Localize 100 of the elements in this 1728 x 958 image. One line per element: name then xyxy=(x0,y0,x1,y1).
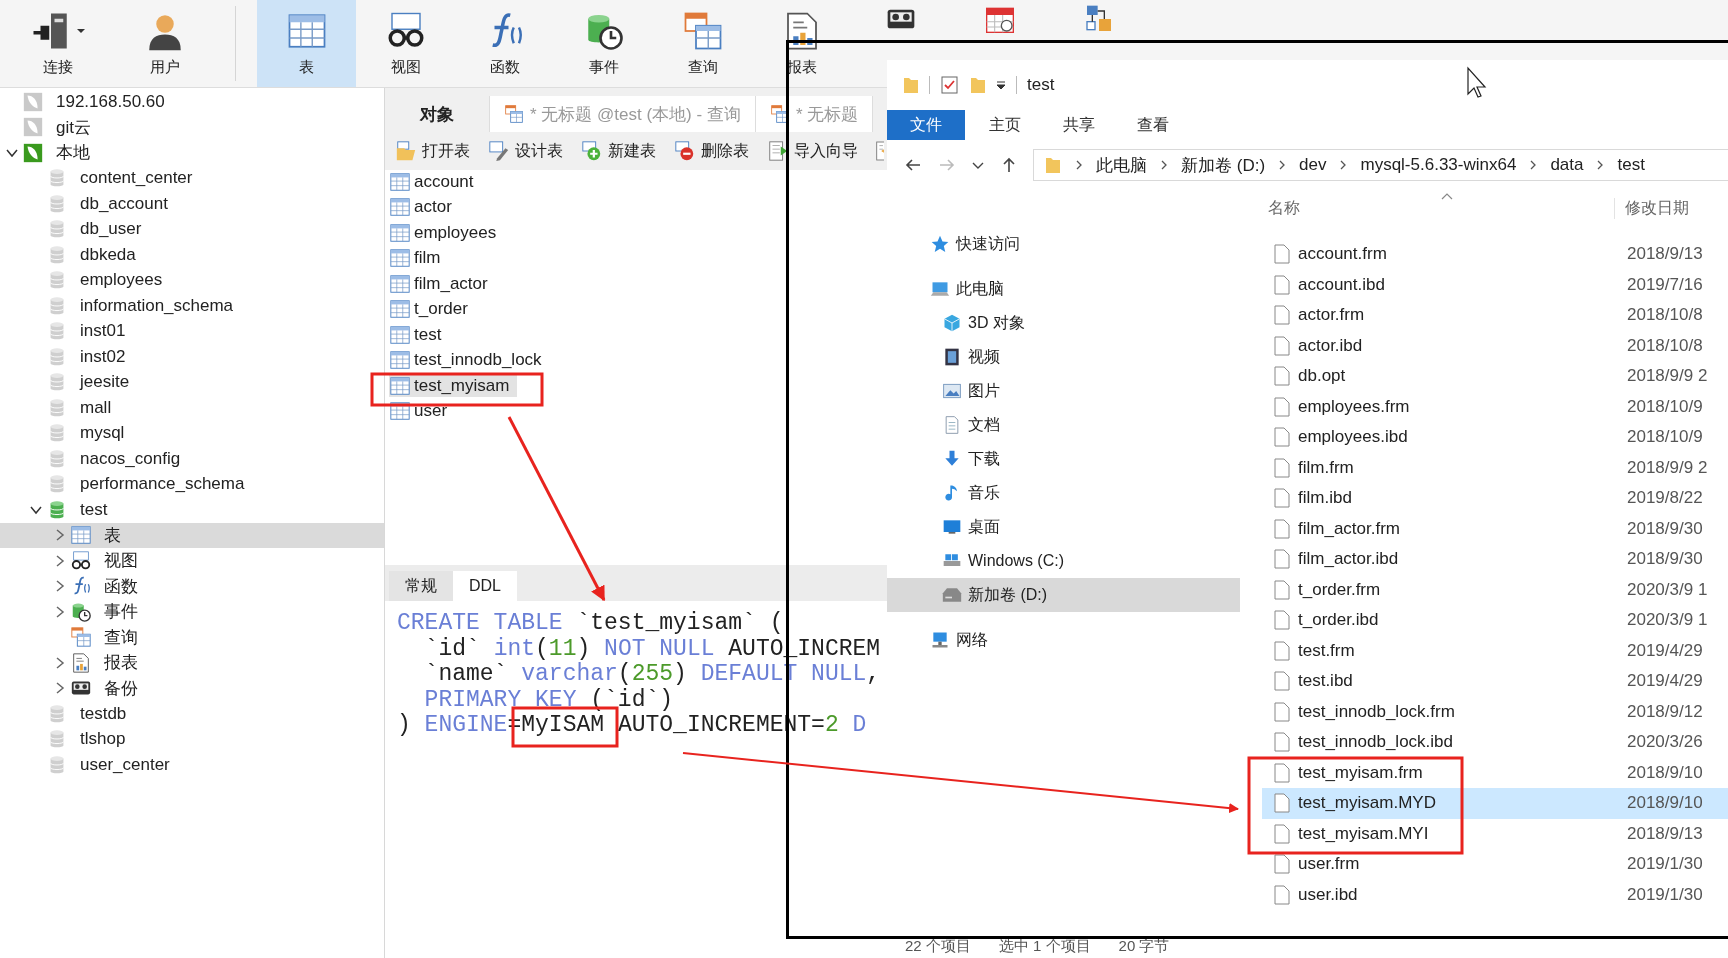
toolbar-button[interactable]: 视图 xyxy=(356,0,455,87)
tree-item[interactable]: 视图 xyxy=(0,548,384,574)
toolbar-button[interactable]: 设计表 xyxy=(486,138,565,164)
file-row[interactable]: t_order.frm 2020/3/9 1 xyxy=(1262,574,1728,605)
nav-item[interactable]: 音乐 xyxy=(887,476,1240,510)
nav-item[interactable]: Windows (C:) xyxy=(887,544,1240,578)
tree-item[interactable]: mall xyxy=(0,395,384,421)
tree-item[interactable]: 事件 xyxy=(0,599,384,625)
toolbar-button[interactable]: 表 xyxy=(257,0,356,87)
breadcrumb[interactable]: 此电脑 xyxy=(1096,153,1147,177)
table-item[interactable]: employees xyxy=(389,221,505,244)
tree-item[interactable]: employees xyxy=(0,267,384,293)
file-row[interactable]: film.ibd 2019/8/22 xyxy=(1262,483,1728,514)
tree-item[interactable]: information_schema xyxy=(0,293,384,319)
nav-item[interactable]: 快速访问 xyxy=(887,227,1240,261)
table-item[interactable]: t_order xyxy=(389,297,476,321)
file-row[interactable]: test_innodb_lock.frm 2018/9/12 xyxy=(1262,696,1728,727)
file-row[interactable]: test_myisam.MYI 2018/9/13 xyxy=(1262,818,1728,849)
tree-item[interactable]: git云 xyxy=(0,114,384,140)
file-row[interactable]: account.frm 2018/9/13 xyxy=(1262,239,1728,270)
file-row[interactable]: employees.frm 2018/10/9 xyxy=(1262,391,1728,422)
table-item[interactable]: test_myisam xyxy=(389,374,518,397)
nav-item[interactable]: 新加卷 (D:) xyxy=(887,578,1240,612)
nav-item[interactable]: 下载 xyxy=(887,442,1240,476)
toolbar-button[interactable]: 打开表 xyxy=(393,138,472,164)
toolbar-button[interactable]: 删除表 xyxy=(672,138,751,164)
tree-item[interactable]: test xyxy=(0,497,384,523)
breadcrumb[interactable]: test xyxy=(1617,155,1645,175)
toolbar-button[interactable]: 用户 xyxy=(115,0,214,87)
tree-item[interactable]: jeesite xyxy=(0,369,384,395)
breadcrumb[interactable]: 新加卷 (D:) xyxy=(1181,153,1266,177)
ribbon-tab[interactable]: 查看 xyxy=(1119,110,1187,140)
tree-item[interactable]: 本地 xyxy=(0,140,384,166)
breadcrumb[interactable]: mysql-5.6.33-winx64 xyxy=(1360,155,1517,175)
file-row[interactable]: test.ibd 2019/4/29 xyxy=(1262,666,1728,697)
table-item[interactable]: user xyxy=(389,399,456,423)
tree-item[interactable]: 备份 xyxy=(0,675,384,701)
toolbar-button[interactable]: 新建表 xyxy=(579,138,658,164)
breadcrumb[interactable]: data xyxy=(1550,155,1584,175)
table-item[interactable]: film_actor xyxy=(389,272,496,295)
file-row[interactable]: test.frm 2019/4/29 xyxy=(1262,635,1728,666)
file-menu-button[interactable]: 文件 xyxy=(887,110,965,140)
tree-item[interactable]: db_user xyxy=(0,216,384,242)
tree-item[interactable]: 192.168.50.60 xyxy=(0,89,384,115)
tree-item[interactable]: inst02 xyxy=(0,344,384,370)
tree-item[interactable]: content_center xyxy=(0,165,384,191)
chevron-icon[interactable] xyxy=(54,605,66,618)
tree-item[interactable]: inst01 xyxy=(0,318,384,344)
file-row[interactable]: account.ibd 2019/7/16 xyxy=(1262,269,1728,300)
chevron-icon[interactable] xyxy=(54,554,66,567)
detail-tab[interactable]: DDL xyxy=(453,571,517,601)
tree-item[interactable]: mysql xyxy=(0,420,384,446)
file-row[interactable]: actor.ibd 2018/10/8 xyxy=(1262,330,1728,361)
tree-item[interactable]: user_center xyxy=(0,752,384,778)
toolbar-button[interactable]: 连接 xyxy=(0,0,115,87)
file-row[interactable]: film.frm 2018/9/9 2 xyxy=(1262,452,1728,483)
nav-item[interactable]: 视频 xyxy=(887,340,1240,374)
file-row[interactable]: film_actor.frm 2018/9/30 xyxy=(1262,513,1728,544)
file-row[interactable]: t_order.ibd 2020/3/9 1 xyxy=(1262,605,1728,636)
caret-icon[interactable] xyxy=(996,80,1006,90)
nav-item[interactable]: 网络 xyxy=(887,623,1240,657)
nav-item[interactable]: 文档 xyxy=(887,408,1240,442)
detail-tab[interactable]: 常规 xyxy=(389,571,453,601)
toolbar-button[interactable]: 事件 xyxy=(554,0,653,87)
chevron-icon[interactable] xyxy=(54,656,66,669)
chevron-icon[interactable] xyxy=(54,580,66,593)
file-row[interactable]: test_myisam.frm 2018/9/10 xyxy=(1262,757,1728,788)
toolbar-button[interactable]: 查询 xyxy=(653,0,752,87)
toolbar-button[interactable]: 导入向导 xyxy=(765,138,860,164)
table-item[interactable]: actor xyxy=(389,195,460,219)
tree-item[interactable]: db_account xyxy=(0,191,384,217)
tree-item[interactable]: dbkeda xyxy=(0,242,384,268)
tree-item[interactable]: 查询 xyxy=(0,624,384,650)
tree-item[interactable]: 报表 xyxy=(0,650,384,676)
address-bar[interactable]: 此电脑 新加卷 (D:) dev mysql-5.6.33-winx64 data test xyxy=(1033,149,1728,181)
tree-item[interactable]: performance_schema xyxy=(0,471,384,497)
tree-item[interactable]: 函数 xyxy=(0,573,384,599)
table-item[interactable]: test xyxy=(389,323,450,346)
table-item[interactable]: test_innodb_lock xyxy=(389,348,550,372)
file-row[interactable]: user.frm 2019/1/30 xyxy=(1262,849,1728,880)
file-row[interactable]: test_innodb_lock.ibd 2020/3/26 xyxy=(1262,727,1728,758)
file-row[interactable]: db.opt 2018/9/9 2 xyxy=(1262,361,1728,392)
tree-item[interactable]: 表 xyxy=(0,522,384,548)
tree-item[interactable]: tlshop xyxy=(0,726,384,752)
checklist-icon[interactable] xyxy=(940,75,960,95)
tree-item[interactable]: nacos_config xyxy=(0,446,384,472)
column-header[interactable]: 修改日期 xyxy=(1614,197,1728,219)
ribbon-tab[interactable]: 主页 xyxy=(971,110,1039,140)
file-row[interactable]: employees.ibd 2018/10/9 xyxy=(1262,422,1728,453)
tree-item[interactable]: testdb xyxy=(0,701,384,727)
table-item[interactable]: account xyxy=(389,170,482,193)
breadcrumb[interactable]: dev xyxy=(1299,155,1327,175)
ribbon-tab[interactable]: 共享 xyxy=(1045,110,1113,140)
file-row[interactable]: actor.frm 2018/10/8 xyxy=(1262,300,1728,331)
nav-item[interactable]: 3D 对象 xyxy=(887,306,1240,340)
nav-item[interactable]: 桌面 xyxy=(887,510,1240,544)
toolbar-button[interactable]: 函数 xyxy=(455,0,554,87)
table-item[interactable]: film xyxy=(389,246,449,270)
file-row[interactable]: test_myisam.MYD 2018/9/10 xyxy=(1262,788,1728,819)
chevron-icon[interactable] xyxy=(54,682,66,695)
